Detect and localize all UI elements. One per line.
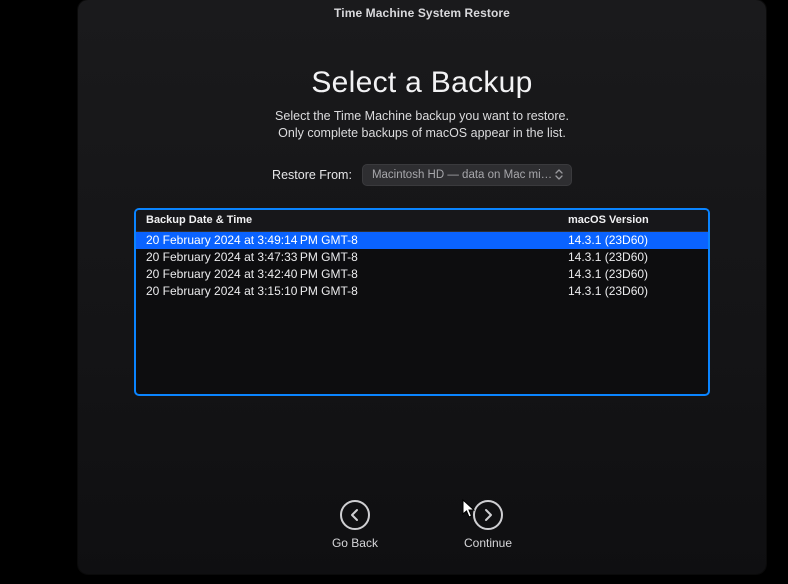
backup-row[interactable]: 20 February 2024 at 3:49:14 PM GMT-814.3… xyxy=(136,232,708,249)
continue-label: Continue xyxy=(464,536,512,550)
backup-row[interactable]: 20 February 2024 at 3:47:33 PM GMT-814.3… xyxy=(136,249,708,266)
go-back-label: Go Back xyxy=(332,536,378,550)
subtitle-line-2: Only complete backups of macOS appear in… xyxy=(118,125,726,142)
backup-row-date: 20 February 2024 at 3:49:14 PM GMT-8 xyxy=(146,233,568,247)
backup-row-date: 20 February 2024 at 3:42:40 PM GMT-8 xyxy=(146,267,568,281)
backup-row-date: 20 February 2024 at 3:47:33 PM GMT-8 xyxy=(146,250,568,264)
restore-window: Time Machine System Restore Select a Bac… xyxy=(78,0,766,574)
restore-from-label: Restore From: xyxy=(272,168,352,182)
go-back-button[interactable]: Go Back xyxy=(332,500,378,550)
footer-nav: Go Back Continue xyxy=(78,500,766,550)
subtitle-line-1: Select the Time Machine backup you want … xyxy=(118,108,726,125)
continue-button[interactable]: Continue xyxy=(464,500,512,550)
backup-list-header: Backup Date & Time macOS Version xyxy=(136,210,708,232)
arrow-right-icon xyxy=(473,500,503,530)
restore-from-row: Restore From: Macintosh HD — data on Mac… xyxy=(118,164,726,186)
backup-row-version: 14.3.1 (23D60) xyxy=(568,267,698,281)
updown-icon xyxy=(554,168,565,182)
backup-row[interactable]: 20 February 2024 at 3:42:40 PM GMT-814.3… xyxy=(136,266,708,283)
column-header-date[interactable]: Backup Date & Time xyxy=(146,214,568,226)
backup-row-version: 14.3.1 (23D60) xyxy=(568,233,698,247)
backup-row-version: 14.3.1 (23D60) xyxy=(568,250,698,264)
page-heading: Select a Backup xyxy=(118,66,726,100)
backup-list[interactable]: Backup Date & Time macOS Version 20 Febr… xyxy=(134,208,710,396)
main-content: Select a Backup Select the Time Machine … xyxy=(78,26,766,396)
restore-from-selected: Macintosh HD — data on Mac mini -... xyxy=(372,169,554,181)
backup-row[interactable]: 20 February 2024 at 3:15:10 PM GMT-814.3… xyxy=(136,283,708,300)
window-title: Time Machine System Restore xyxy=(78,0,766,26)
restore-from-select[interactable]: Macintosh HD — data on Mac mini -... xyxy=(362,164,572,186)
arrow-left-icon xyxy=(340,500,370,530)
backup-row-date: 20 February 2024 at 3:15:10 PM GMT-8 xyxy=(146,284,568,298)
backup-row-version: 14.3.1 (23D60) xyxy=(568,284,698,298)
column-header-version[interactable]: macOS Version xyxy=(568,214,698,226)
